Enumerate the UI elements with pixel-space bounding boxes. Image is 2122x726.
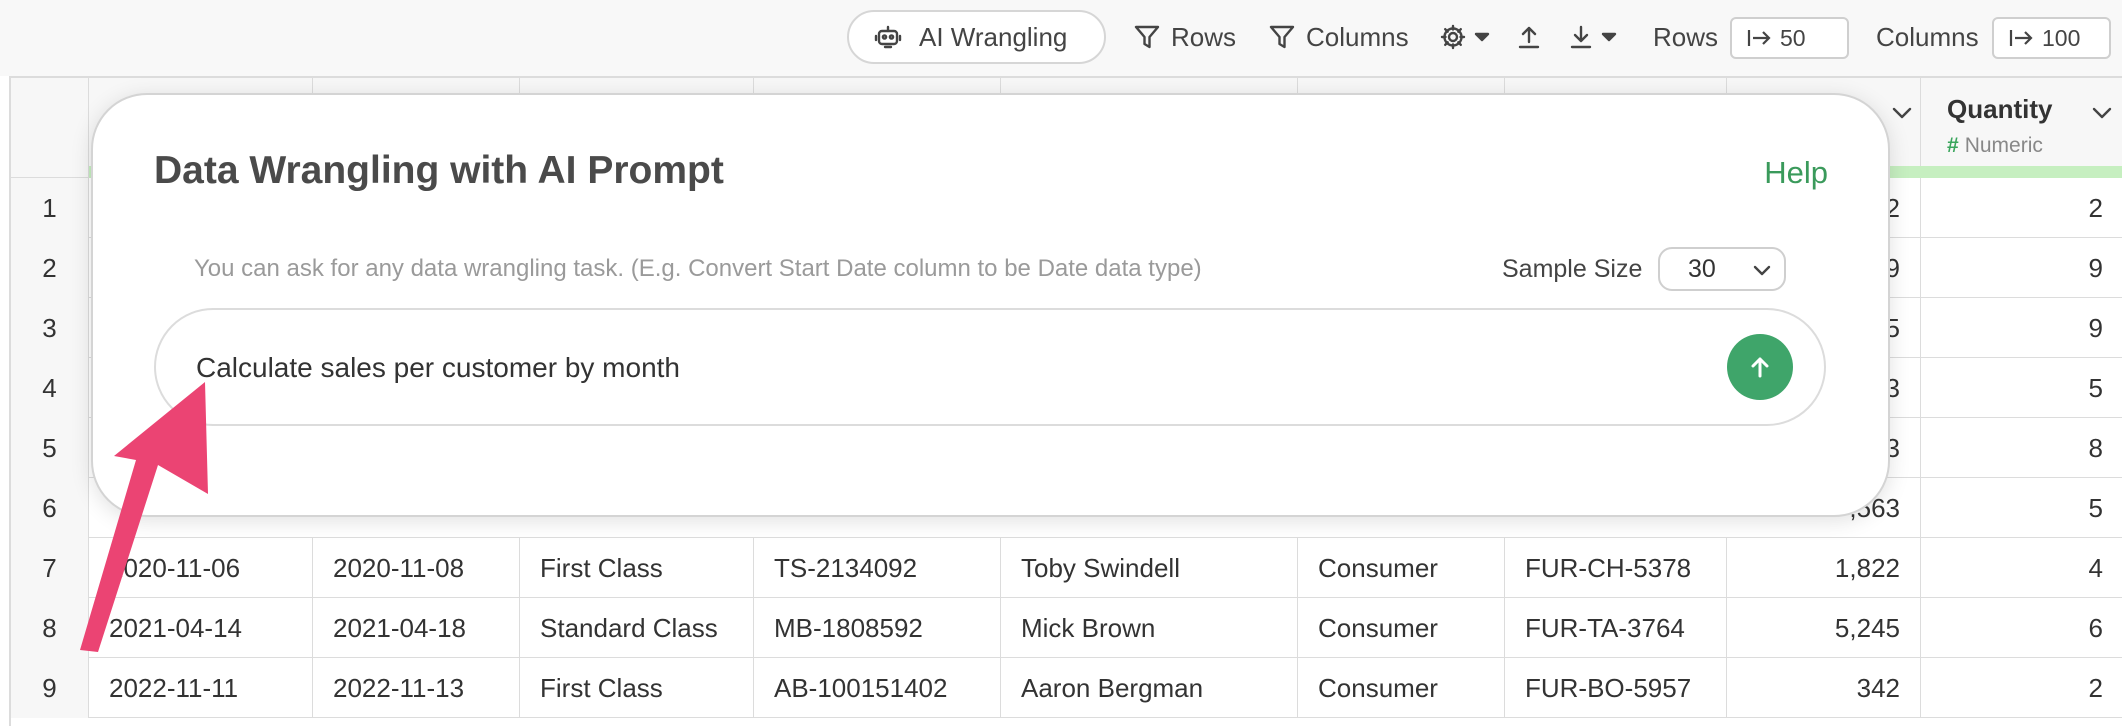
upload-icon	[1518, 26, 1540, 49]
columns-limit-label: Columns	[1876, 21, 1979, 52]
table-row: 7 2020-11-06 2020-11-08 First Class TS-2…	[11, 538, 2122, 598]
customer-name-cell: Aaron Bergman	[1001, 658, 1298, 718]
quantity-cell: 2	[1921, 178, 2122, 238]
sample-size-select[interactable]: 30	[1658, 247, 1786, 291]
row-number: 8	[11, 598, 89, 658]
order-date-cell: 2020-11-06	[89, 538, 313, 598]
ship-date-cell: 2020-11-08	[313, 538, 520, 598]
send-button[interactable]	[1727, 334, 1793, 400]
product-id-cell: FUR-CH-5378	[1505, 538, 1727, 598]
arrow-to-line-icon	[2009, 30, 2033, 46]
filter-icon	[1134, 25, 1160, 49]
columns-filter-label: Columns	[1306, 21, 1409, 52]
columns-limit-value: 100	[2042, 24, 2081, 51]
order-date-cell: 2022-11-11	[89, 658, 313, 718]
sample-size-label: Sample Size	[1502, 255, 1643, 283]
sales-cell: 1,822	[1727, 538, 1921, 598]
import-menu-button[interactable]	[1568, 10, 1618, 64]
quantity-cell: 2	[1921, 658, 2122, 718]
row-number: 3	[11, 298, 89, 358]
caret-down-icon	[1474, 32, 1490, 42]
caret-down-icon	[1601, 32, 1617, 42]
chevron-down-icon[interactable]	[2091, 106, 2113, 120]
row-number: 7	[11, 538, 89, 598]
segment-cell: Consumer	[1298, 658, 1505, 718]
ship-date-cell: 2021-04-18	[313, 598, 520, 658]
ai-wrangling-button[interactable]: AI Wrangling	[847, 10, 1106, 64]
row-number: 9	[11, 658, 89, 718]
dialog-title: Data Wrangling with AI Prompt	[154, 149, 724, 192]
quantity-cell: 4	[1921, 538, 2122, 598]
columns-filter-button[interactable]: Columns	[1268, 10, 1409, 64]
prompt-input[interactable]: Calculate sales per customer by month	[154, 308, 1826, 426]
ship-date-cell: 2022-11-13	[313, 658, 520, 718]
order-date-cell: 2021-04-14	[89, 598, 313, 658]
sales-cell: 5,245	[1727, 598, 1921, 658]
customer-id-cell: TS-2134092	[754, 538, 1001, 598]
chevron-down-icon[interactable]	[1891, 106, 1913, 120]
sales-cell: 342	[1727, 658, 1921, 718]
prompt-hint: You can ask for any data wrangling task.…	[194, 255, 1202, 282]
rows-limit-label: Rows	[1653, 21, 1719, 52]
row-number: 1	[11, 178, 89, 238]
rows-filter-label: Rows	[1171, 21, 1237, 52]
prompt-input-text: Calculate sales per customer by month	[196, 352, 680, 383]
download-icon	[1570, 25, 1592, 49]
product-id-cell: FUR-BO-5957	[1505, 658, 1727, 718]
filter-icon	[1269, 25, 1295, 49]
column-type: # Numeric	[1947, 134, 2043, 158]
arrow-to-line-icon	[1747, 30, 1771, 46]
row-number: 5	[11, 418, 89, 478]
rows-limit-value: 50	[1780, 24, 1806, 51]
product-id-cell: FUR-TA-3764	[1505, 598, 1727, 658]
rows-filter-button[interactable]: Rows	[1133, 10, 1236, 64]
row-number: 2	[11, 238, 89, 298]
row-number: 6	[11, 478, 89, 538]
columns-limit-input[interactable]: 100	[1992, 17, 2111, 59]
rows-limit-input[interactable]: 50	[1730, 17, 1849, 59]
quantity-cell: 5	[1921, 358, 2122, 418]
column-title: Quantity	[1947, 94, 2053, 124]
quantity-column-header[interactable]: Quantity # Numeric	[1921, 78, 2122, 178]
ship-mode-cell: First Class	[520, 658, 754, 718]
quantity-cell: 9	[1921, 238, 2122, 298]
ai-prompt-dialog: Data Wrangling with AI Prompt Help You c…	[91, 93, 1890, 517]
ship-mode-cell: Standard Class	[520, 598, 754, 658]
quantity-cell: 9	[1921, 298, 2122, 358]
quantity-cell: 6	[1921, 598, 2122, 658]
customer-id-cell: MB-1808592	[754, 598, 1001, 658]
export-button[interactable]	[1516, 10, 1542, 64]
segment-cell: Consumer	[1298, 598, 1505, 658]
help-link[interactable]: Help	[1764, 155, 1828, 191]
numeric-type-icon: #	[1947, 134, 1959, 157]
customer-name-cell: Toby Swindell	[1001, 538, 1298, 598]
toolbar: AI Wrangling Rows Columns Rows 50 Column…	[0, 0, 2122, 76]
send-arrow-icon	[1751, 357, 1769, 378]
corner-cell	[11, 78, 89, 178]
customer-id-cell: AB-100151402	[754, 658, 1001, 718]
quantity-cell: 5	[1921, 478, 2122, 538]
settings-menu-button[interactable]	[1439, 10, 1491, 64]
table-row: 8 2021-04-14 2021-04-18 Standard Class M…	[11, 598, 2122, 658]
gear-icon	[1440, 24, 1466, 50]
customer-name-cell: Mick Brown	[1001, 598, 1298, 658]
quantity-cell: 8	[1921, 418, 2122, 478]
ai-wrangling-label: AI Wrangling	[919, 21, 1068, 52]
sample-size-value: 30	[1688, 254, 1716, 283]
table-row: 9 2022-11-11 2022-11-13 First Class AB-1…	[11, 658, 2122, 718]
chevron-down-icon	[1753, 265, 1771, 276]
robot-icon	[874, 25, 902, 49]
column-type-label: Numeric	[1964, 134, 2043, 157]
row-number: 4	[11, 358, 89, 418]
segment-cell: Consumer	[1298, 538, 1505, 598]
ship-mode-cell: First Class	[520, 538, 754, 598]
